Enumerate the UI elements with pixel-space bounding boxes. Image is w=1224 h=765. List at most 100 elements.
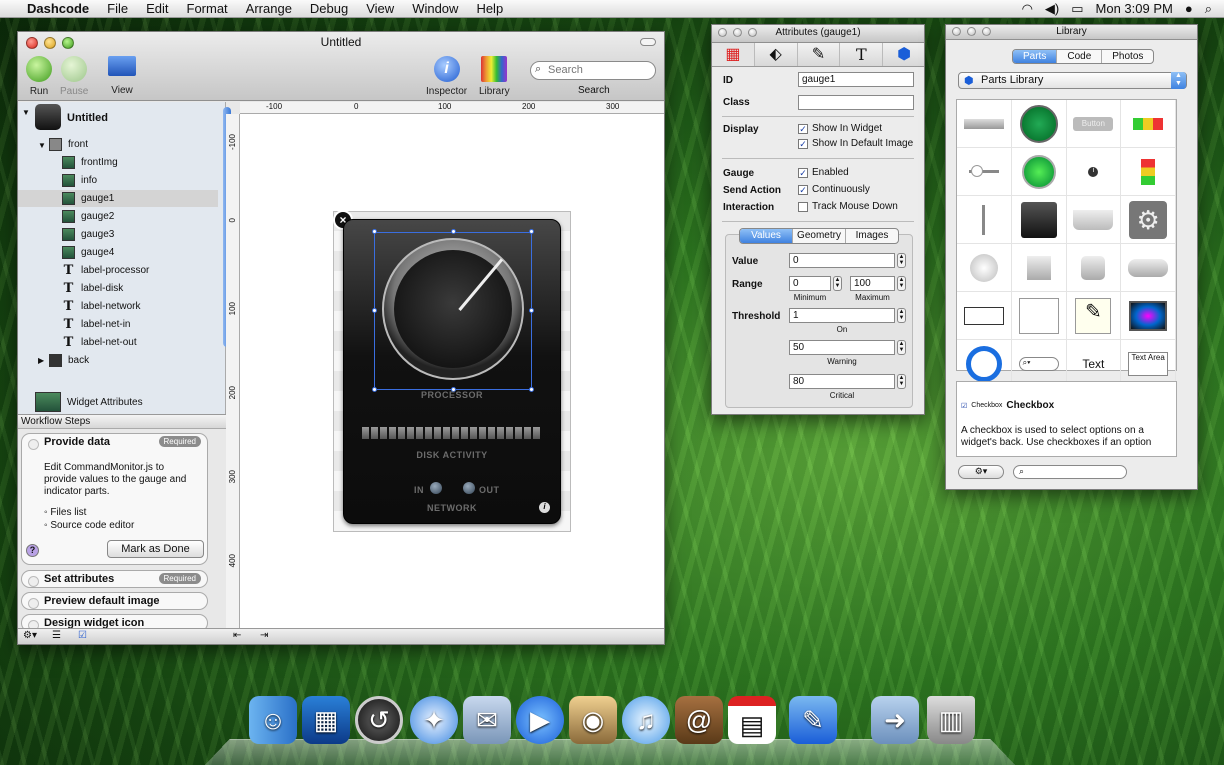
label-net-in[interactable]: IN [414,485,424,495]
menu-arrange[interactable]: Arrange [237,1,301,16]
ichat-icon[interactable]: ▶ [516,696,564,744]
tab-code[interactable]: Code [1057,50,1103,63]
ical-icon[interactable]: ▤ [728,696,776,744]
tree-item[interactable]: gauge4 [62,246,114,259]
workflow-step-preview[interactable]: Preview default image [21,592,208,610]
menu-debug[interactable]: Debug [301,1,357,16]
tree-item[interactable]: gauge3 [62,228,114,241]
tree-item[interactable]: info [62,174,97,187]
tree-item[interactable]: Tlabel-net-out [62,336,137,349]
box-part-icon[interactable] [1066,196,1122,244]
resize-handle[interactable] [529,229,534,234]
minimize-button[interactable] [733,28,742,37]
menu-help[interactable]: Help [467,1,512,16]
tree-item[interactable]: Tlabel-processor [62,264,150,277]
mark-done-button[interactable]: Mark as Done [107,540,204,558]
downloads-folder-icon[interactable]: ➜ [871,696,919,744]
rounded-square-part-icon[interactable] [1066,244,1122,292]
close-button[interactable] [952,27,961,36]
disk-activity-indicator[interactable] [362,427,540,439]
tree-item[interactable]: gauge1 [62,192,114,205]
workflow-step-provide-data[interactable]: Provide data Required Edit CommandMonito… [21,433,208,565]
menu-view[interactable]: View [357,1,403,16]
library-button[interactable]: Library [479,56,510,97]
resize-handle[interactable] [372,308,377,313]
resize-handle[interactable] [529,308,534,313]
tree-item[interactable]: gauge2 [62,210,114,223]
range-min-stepper[interactable]: ▲ ▼ [833,276,842,291]
tab-images[interactable]: Images [846,229,898,243]
tree-item[interactable]: Tlabel-net-in [62,318,131,331]
tree-item-widget-attributes[interactable]: Widget Attributes [35,392,143,412]
tree-item[interactable]: frontImg [62,156,118,169]
menu-edit[interactable]: Edit [137,1,177,16]
label-net-out[interactable]: OUT [479,485,500,495]
quartz-composer-part-icon[interactable] [1011,196,1067,244]
minimize-button[interactable] [967,27,976,36]
tree-item-back[interactable]: back [49,354,89,367]
indent-icon[interactable]: ⇥ [260,630,268,641]
workflow-step-set-attributes[interactable]: Set attributes Required [21,570,208,588]
volume-icon[interactable]: ◀) [1045,1,1059,17]
library-action-gear-icon[interactable]: ⚙▾ [958,465,1004,479]
dashboard-icon[interactable]: ▦ [302,696,350,744]
action-gear-icon[interactable]: ⚙▾ [23,630,37,641]
threshold-on-stepper[interactable]: ▲ ▼ [897,308,906,323]
text-tab-icon[interactable]: T [840,43,884,66]
track-mouse-checkbox[interactable]: Track Mouse Down [798,201,898,212]
itunes-icon[interactable]: ♫ [622,696,670,744]
button-part-icon[interactable]: Button [1066,100,1122,148]
disclosure-triangle-icon[interactable]: ▶ [38,356,44,365]
battery-icon[interactable]: ▭ [1071,1,1083,17]
range-min-field[interactable]: 0 [789,276,831,291]
fill-tab-icon[interactable]: ⬖ [755,43,798,66]
info-button-icon[interactable]: i [539,502,550,513]
square-part-icon[interactable] [1011,244,1067,292]
view-button[interactable]: View [108,56,136,96]
user-icon[interactable]: ● [1185,1,1193,16]
run-button[interactable]: Run [26,56,52,97]
wifi-icon[interactable]: ◠ [1022,1,1033,17]
inspector-button[interactable]: i Inspector [426,56,467,97]
range-max-stepper[interactable]: ▲ ▼ [897,276,906,291]
horizontal-rule-part-icon[interactable] [957,100,1012,148]
show-default-image-checkbox[interactable]: ✓ Show In Default Image [798,138,913,149]
zoom-button[interactable] [62,37,74,49]
toolbar-toggle-button[interactable] [640,38,656,46]
class-field[interactable] [798,95,914,110]
canvas-part-icon[interactable]: ✎ [1066,292,1122,340]
zoom-button[interactable] [748,28,757,37]
iphoto-icon[interactable]: ◉ [569,696,617,744]
pause-button[interactable]: Pause [60,56,88,97]
checklist-icon[interactable]: ☑ [78,630,87,641]
attributes-tab-icon[interactable]: ▦ [712,43,755,66]
metrics-tab-icon[interactable]: ✎ [798,43,841,66]
threshold-on-field[interactable]: 1 [789,308,895,323]
tree-item[interactable]: Tlabel-network [62,300,141,313]
gauge-green-part-icon[interactable] [1011,148,1067,196]
threshold-critical-stepper[interactable]: ▲ ▼ [897,374,906,389]
search-input[interactable]: ⌕ Search [530,61,656,80]
system-monitor-widget[interactable]: PROCESSOR DISK ACTIVITY IN OUT NETWORK i [343,219,561,524]
clock[interactable]: Mon 3:09 PM [1096,1,1173,16]
minimize-button[interactable] [44,37,56,49]
files-list-link[interactable]: ◦ Files list [44,507,86,518]
tab-parts[interactable]: Parts [1013,50,1058,63]
list-icon[interactable]: ☰ [52,630,61,641]
indicator-part-icon[interactable] [1121,100,1176,148]
close-button[interactable] [26,37,38,49]
continuously-checkbox[interactable]: ✓ Continuously [798,184,870,195]
value-stepper[interactable]: ▲ ▼ [897,253,906,268]
close-button[interactable] [718,28,727,37]
behaviors-tab-icon[interactable]: ⬢ [883,43,924,66]
scroll-area-part-icon[interactable] [1011,292,1067,340]
disclosure-triangle-icon[interactable]: ▼ [38,141,46,150]
menu-format[interactable]: Format [178,1,237,16]
outdent-icon[interactable]: ⇤ [233,630,241,641]
value-field[interactable]: 0 [789,253,895,268]
menu-window[interactable]: Window [403,1,467,16]
show-in-widget-checkbox[interactable]: ✓ Show In Widget [798,123,882,134]
tab-photos[interactable]: Photos [1102,50,1153,63]
vertical-slider-part-icon[interactable] [957,196,1012,244]
threshold-critical-field[interactable]: 80 [789,374,895,389]
